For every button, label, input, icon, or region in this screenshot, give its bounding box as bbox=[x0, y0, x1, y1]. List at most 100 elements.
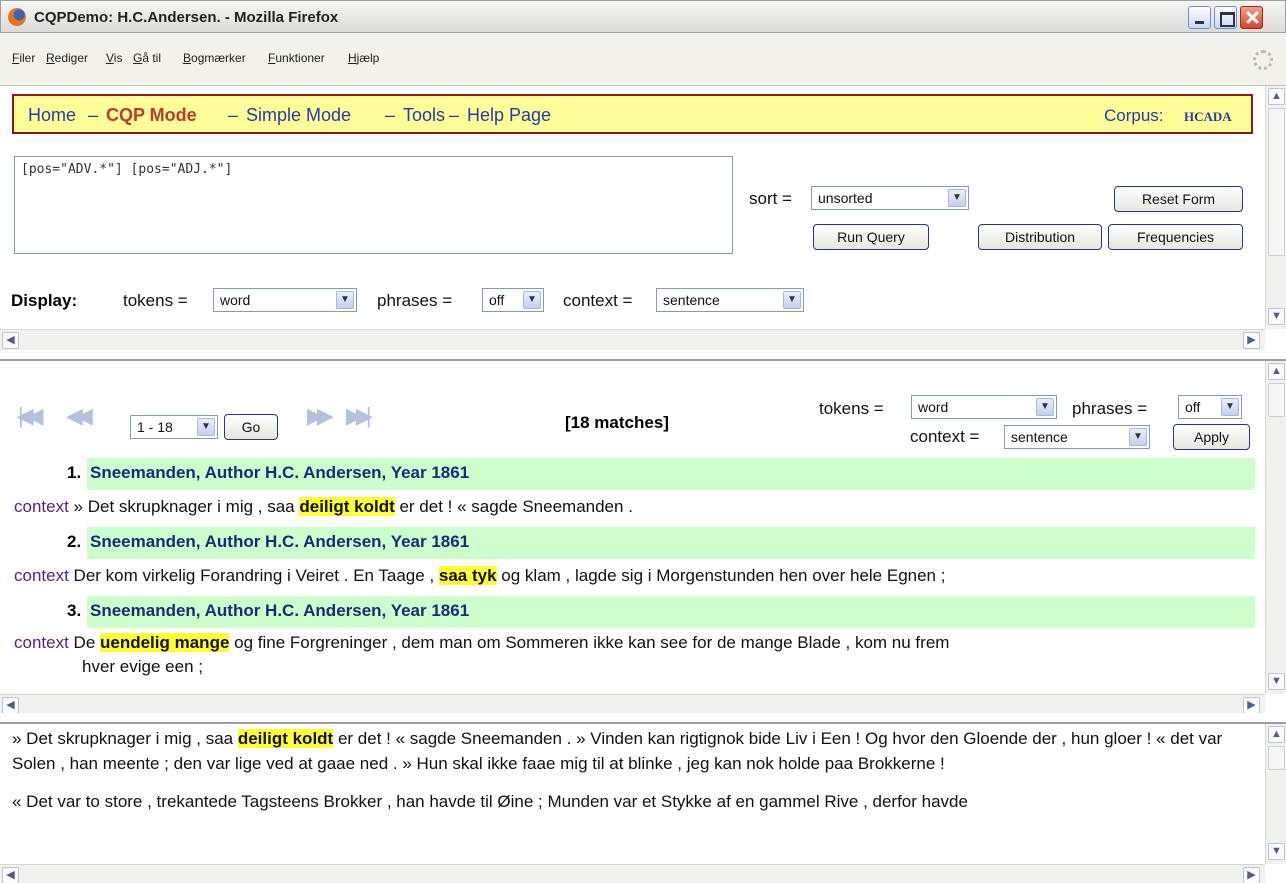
context-text: » Det skrupknager i mig , saa deiligt ko… bbox=[12, 726, 1247, 814]
menu-hjaelp[interactable]: Hjælp bbox=[348, 51, 379, 65]
result-kwic-line: context Der kom virkelig Forandring i Ve… bbox=[14, 564, 1249, 588]
scroll-left-icon[interactable]: ◀ bbox=[2, 332, 19, 349]
cqp-query-textarea[interactable]: [pos="ADV.*"] [pos="ADJ.*"] bbox=[14, 156, 733, 254]
context-link[interactable]: context bbox=[14, 633, 69, 652]
query-frame-horizontal-scrollbar[interactable]: ◀ ▶ bbox=[0, 329, 1265, 350]
scroll-thumb[interactable] bbox=[1268, 746, 1285, 770]
display-phrases-select[interactable]: off ▼ bbox=[482, 288, 544, 312]
match-count: [18 matches] bbox=[565, 413, 669, 432]
scroll-down-icon[interactable]: ▼ bbox=[1268, 308, 1285, 325]
navigation-bar: Home – CQP Mode – Simple Mode – Tools – … bbox=[12, 94, 1253, 134]
results-phrases-label: phrases = bbox=[1072, 399, 1148, 418]
scroll-thumb[interactable] bbox=[1268, 108, 1285, 256]
scroll-up-icon[interactable]: ▲ bbox=[1268, 726, 1285, 743]
kwic-right-context: er det ! « sagde Sneemanden . bbox=[394, 497, 633, 516]
nav-cqp-mode-link[interactable]: CQP Mode bbox=[106, 105, 197, 126]
loading-throbber-icon bbox=[1253, 50, 1273, 70]
menu-vis[interactable]: Vis bbox=[106, 51, 122, 65]
menu-bogmaerker[interactable]: Bogmærker bbox=[183, 51, 246, 65]
scroll-left-icon[interactable]: ◀ bbox=[2, 697, 19, 713]
query-frame: Home – CQP Mode – Simple Mode – Tools – … bbox=[0, 86, 1286, 350]
results-context-select[interactable]: sentence ▼ bbox=[1004, 425, 1150, 449]
menu-funktioner[interactable]: Funktioner bbox=[268, 51, 325, 65]
result-header: 3. Sneemanden, Author H.C. Andersen, Yea… bbox=[67, 596, 1255, 628]
firefox-logo-icon bbox=[8, 8, 26, 26]
last-page-icon[interactable]: ▶▶| bbox=[346, 403, 371, 429]
menu-rediger[interactable]: Rediger bbox=[46, 51, 88, 65]
nav-separator: – bbox=[449, 105, 460, 125]
kwic-match: saa tyk bbox=[438, 566, 497, 585]
apply-button[interactable]: Apply bbox=[1173, 424, 1250, 450]
results-vertical-scrollbar[interactable]: ▲ ▼ bbox=[1265, 361, 1286, 694]
context-match: deiligt koldt bbox=[237, 729, 334, 748]
frequencies-button[interactable]: Frequencies bbox=[1108, 224, 1243, 250]
result-number: 1. bbox=[67, 463, 82, 482]
scroll-up-icon[interactable]: ▲ bbox=[1268, 363, 1285, 380]
context-link[interactable]: context bbox=[14, 566, 69, 585]
results-phrases-value: off bbox=[1185, 399, 1201, 415]
result-kwic-line-continued: hver evige een ; bbox=[82, 657, 203, 676]
results-context-value: sentence bbox=[1011, 429, 1068, 445]
scroll-right-icon[interactable]: ▶ bbox=[1243, 697, 1260, 713]
result-kwic-line: context De uendelig mange og fine Forgre… bbox=[14, 631, 1249, 655]
sort-select-value: unsorted bbox=[818, 190, 873, 206]
go-button[interactable]: Go bbox=[224, 414, 278, 440]
nav-help-page-link[interactable]: Help Page bbox=[467, 105, 551, 126]
kwic-left-context: Der kom virkelig Forandring i Veiret . E… bbox=[68, 566, 439, 585]
kwic-match: uendelig mange bbox=[100, 633, 230, 652]
scroll-right-icon[interactable]: ▶ bbox=[1243, 332, 1260, 349]
reset-form-button[interactable]: Reset Form bbox=[1114, 186, 1243, 212]
results-horizontal-scrollbar[interactable]: ◀ ▶ bbox=[0, 694, 1265, 713]
menu-gaa-til[interactable]: Gå til bbox=[133, 51, 161, 65]
chevron-down-icon: ▼ bbox=[1036, 398, 1054, 416]
results-phrases-select[interactable]: off ▼ bbox=[1178, 395, 1242, 419]
nav-home-link[interactable]: Home bbox=[28, 105, 76, 126]
window-title: CQPDemo: H.C.Andersen. - Mozilla Firefox bbox=[34, 9, 339, 26]
context-vertical-scrollbar[interactable]: ▲ ▼ bbox=[1265, 724, 1286, 864]
result-number: 3. bbox=[67, 601, 82, 620]
window-titlebar: CQPDemo: H.C.Andersen. - Mozilla Firefox bbox=[0, 0, 1286, 33]
chevron-down-icon: ▼ bbox=[948, 189, 966, 207]
close-button[interactable] bbox=[1240, 6, 1263, 29]
scroll-right-icon[interactable]: ▶ bbox=[1243, 867, 1260, 883]
chevron-down-icon: ▼ bbox=[336, 291, 354, 309]
scroll-down-icon[interactable]: ▼ bbox=[1268, 673, 1285, 690]
nav-separator: – bbox=[385, 105, 396, 125]
kwic-right-context: og fine Forgreninger , dem man om Sommer… bbox=[229, 633, 950, 652]
result-title: Sneemanden, Author H.C. Andersen, Year 1… bbox=[90, 532, 470, 551]
maximize-button[interactable] bbox=[1214, 6, 1237, 29]
chevron-down-icon: ▼ bbox=[1221, 398, 1239, 416]
chevron-down-icon: ▼ bbox=[523, 291, 541, 309]
results-frame: |◀◀ ◀◀ 1 - 18 ▼ Go ▶▶ ▶▶| [18 matches] t… bbox=[0, 359, 1286, 713]
page-range-select[interactable]: 1 - 18 ▼ bbox=[130, 415, 218, 439]
nav-tools-link[interactable]: Tools bbox=[403, 105, 445, 126]
nav-separator: – bbox=[228, 105, 239, 125]
results-context-label: context = bbox=[910, 427, 980, 446]
scroll-thumb[interactable] bbox=[1268, 383, 1285, 417]
query-frame-vertical-scrollbar[interactable]: ▲ ▼ bbox=[1265, 86, 1286, 329]
display-context-select[interactable]: sentence ▼ bbox=[656, 288, 804, 312]
first-page-icon[interactable]: |◀◀ bbox=[18, 403, 44, 429]
scroll-left-icon[interactable]: ◀ bbox=[2, 867, 19, 883]
menu-bar: Filer Rediger Vis Gå til Bogmærker Funkt… bbox=[0, 33, 1286, 86]
context-link[interactable]: context bbox=[14, 497, 69, 516]
context-paragraph: » Det skrupknager i mig , saa deiligt ko… bbox=[12, 726, 1247, 776]
context-horizontal-scrollbar[interactable]: ◀ ▶ bbox=[0, 864, 1265, 883]
next-page-icon[interactable]: ▶▶ bbox=[307, 403, 334, 429]
display-tokens-select[interactable]: word ▼ bbox=[213, 288, 357, 312]
chevron-down-icon: ▼ bbox=[197, 418, 215, 436]
phrases-label: phrases = bbox=[377, 291, 453, 310]
previous-page-icon[interactable]: ◀◀ bbox=[66, 403, 93, 429]
result-title: Sneemanden, Author H.C. Andersen, Year 1… bbox=[90, 601, 470, 620]
scroll-down-icon[interactable]: ▼ bbox=[1268, 843, 1285, 860]
results-tokens-select[interactable]: word ▼ bbox=[911, 395, 1057, 419]
nav-separator: – bbox=[88, 105, 99, 125]
scroll-up-icon[interactable]: ▲ bbox=[1268, 88, 1285, 105]
display-tokens-value: word bbox=[220, 292, 251, 308]
sort-select[interactable]: unsorted ▼ bbox=[811, 186, 969, 210]
distribution-button[interactable]: Distribution bbox=[978, 224, 1102, 250]
nav-simple-mode-link[interactable]: Simple Mode bbox=[246, 105, 351, 126]
menu-filer[interactable]: Filer bbox=[12, 51, 35, 65]
run-query-button[interactable]: Run Query bbox=[813, 224, 929, 250]
minimize-button[interactable] bbox=[1188, 6, 1211, 29]
